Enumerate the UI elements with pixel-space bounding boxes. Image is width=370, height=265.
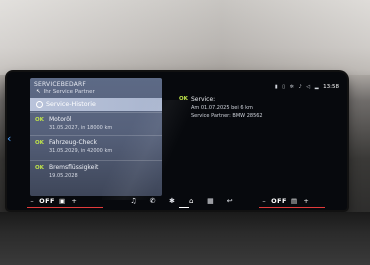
glare bbox=[102, 100, 192, 200]
apps-icon[interactable]: ✱ bbox=[163, 197, 180, 205]
nav-bar: ♫ ✆ ✱ ⌂ ▦ ↩ bbox=[125, 197, 238, 205]
temp-up-left-button[interactable]: + bbox=[69, 197, 79, 205]
route-icon[interactable]: ↩ bbox=[221, 197, 238, 205]
status-bar: ▮ ▯ ✲ ♪ ◁ ▂ 13:58 bbox=[272, 84, 339, 90]
status-badge: OK bbox=[35, 140, 44, 146]
temp-up-right-button[interactable]: + bbox=[301, 197, 311, 205]
climate-right-state[interactable]: OFF bbox=[271, 197, 287, 205]
music-icon[interactable]: ♫ bbox=[125, 197, 142, 205]
gear-icon: ✲ bbox=[289, 84, 294, 90]
clock: 13:58 bbox=[323, 84, 339, 90]
climate-left-indicator bbox=[27, 207, 103, 208]
list-item-label: Bremsflüssigkeit bbox=[49, 164, 99, 171]
list-item-label: Fahrzeug-Check bbox=[49, 139, 97, 146]
service-partner-label: Ihr Service Partner bbox=[43, 89, 95, 95]
seat-heat-left-icon[interactable]: ▣ bbox=[57, 197, 67, 205]
climate-left-state[interactable]: OFF bbox=[39, 197, 55, 205]
temp-down-left-button[interactable]: – bbox=[27, 197, 37, 205]
mute-icon: ◁ bbox=[306, 84, 311, 90]
service-partner: Service Partner: BMW 28562 bbox=[191, 113, 263, 119]
grid-icon[interactable]: ▦ bbox=[202, 197, 219, 205]
phone-icon[interactable]: ✆ bbox=[144, 197, 161, 205]
signal-icon: ▂ bbox=[314, 84, 319, 90]
service-date: Am 01.07.2025 bei 6 km bbox=[191, 105, 253, 111]
status-badge: OK bbox=[35, 117, 44, 123]
climate-right-indicator bbox=[259, 207, 325, 208]
battery-icon: ▯ bbox=[282, 84, 286, 90]
service-partner-link[interactable]: ↖ Ihr Service Partner bbox=[36, 89, 95, 95]
list-item-label: Service-Historie bbox=[46, 101, 96, 108]
service-title: Service: bbox=[191, 96, 216, 103]
sim-icon: ▮ bbox=[274, 84, 278, 90]
idrive-display: ‹ SERVICEBEDARF ↖ Ihr Service Partner Ser… bbox=[7, 72, 347, 210]
panel-title: SERVICEBEDARF bbox=[34, 81, 87, 88]
music-note-icon: ♪ bbox=[298, 84, 302, 90]
status-badge: OK bbox=[35, 165, 44, 171]
bottom-bar: – OFF ▣ + ♫ ✆ ✱ ⌂ ▦ ↩ – OFF ▤ + bbox=[7, 196, 347, 210]
dashboard-trim bbox=[0, 212, 370, 265]
list-item-detail: 19.05.2028 bbox=[49, 173, 78, 179]
status-badge: OK bbox=[179, 96, 188, 102]
background-wall bbox=[0, 0, 370, 75]
seat-heat-right-icon[interactable]: ▤ bbox=[289, 197, 299, 205]
home-active-indicator bbox=[179, 207, 189, 208]
list-item-label: Motoröl bbox=[49, 116, 72, 123]
history-icon bbox=[36, 101, 43, 108]
climate-left: – OFF ▣ + bbox=[27, 197, 79, 205]
arrow-icon: ↖ bbox=[36, 89, 41, 95]
temp-down-right-button[interactable]: – bbox=[259, 197, 269, 205]
back-chevron-icon[interactable]: ‹ bbox=[7, 133, 15, 144]
climate-right: – OFF ▤ + bbox=[259, 197, 311, 205]
home-icon[interactable]: ⌂ bbox=[183, 197, 200, 205]
